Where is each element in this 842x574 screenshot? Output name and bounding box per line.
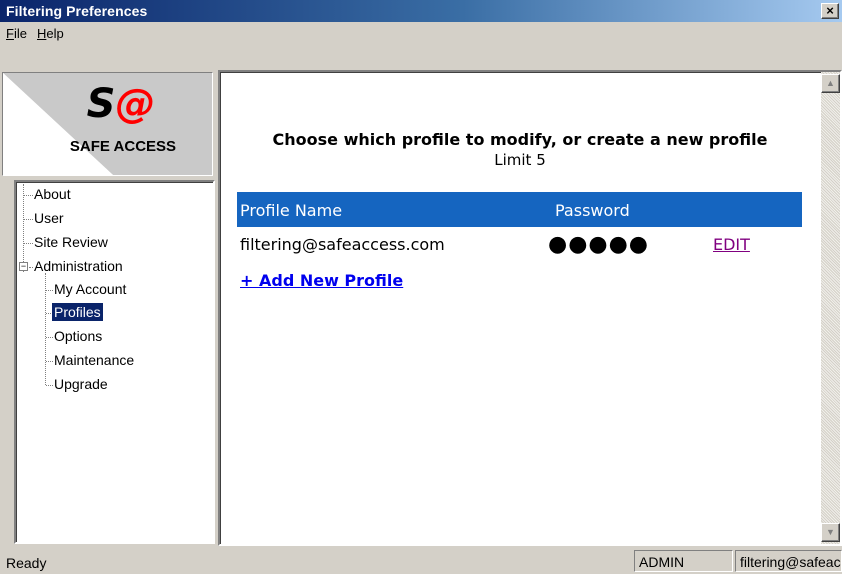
logo-panel: S@ SAFE ACCESS [2,72,213,176]
tree-item-user[interactable]: User [34,209,64,227]
close-icon: × [826,3,834,18]
status-bar: Ready ADMIN filtering@safeaccess.com [0,547,842,574]
svg-text:S@: S@ [87,81,156,127]
tree-item-my-account[interactable]: My Account [54,280,126,298]
logo-text: SAFE ACCESS [70,138,176,155]
tree-item-profiles[interactable]: Profiles [51,302,104,322]
tree-item-about[interactable]: About [34,185,71,203]
password-mask: ●●●●● [548,232,649,257]
navigation-tree: − About User Site Review Administration … [14,180,215,544]
menu-help[interactable]: Help [37,26,64,41]
tree-item-site-review[interactable]: Site Review [34,233,108,251]
main-panel: Choose which profile to modify, or creat… [218,70,842,546]
edit-profile-link[interactable]: EDIT [713,235,750,254]
scroll-up-button[interactable]: ▲ [821,74,840,93]
collapse-toggle[interactable]: − [19,262,28,271]
status-text: Ready [6,555,47,571]
profile-name-cell: filtering@safeaccess.com [240,235,445,254]
scroll-down-button[interactable]: ▼ [821,523,840,542]
table-header: Profile Name Password [237,192,802,227]
profile-limit: Limit 5 [494,151,546,169]
tree-item-options[interactable]: Options [54,327,102,345]
menu-file[interactable]: File [6,26,27,41]
tree-item-maintenance[interactable]: Maintenance [54,351,134,369]
tree-item-administration[interactable]: Administration [34,257,123,275]
column-header-profile-name: Profile Name [240,201,343,220]
column-header-password: Password [555,201,630,220]
window-title: Filtering Preferences [6,3,148,19]
vertical-scrollbar[interactable]: ▲ ▼ [821,72,840,544]
status-user: filtering@safeaccess.com [735,550,842,572]
close-button[interactable]: × [821,3,839,19]
add-new-profile-link[interactable]: + Add New Profile [240,271,403,290]
page-title: Choose which profile to modify, or creat… [272,130,768,149]
menu-bar: File Help [0,22,842,46]
status-role: ADMIN [634,550,733,572]
title-bar[interactable]: Filtering Preferences × [0,0,842,22]
minus-icon: − [20,261,27,271]
tree-item-upgrade[interactable]: Upgrade [54,375,108,393]
arrow-up-icon: ▲ [826,78,835,88]
arrow-down-icon: ▼ [826,527,835,537]
safe-access-logo: S@ SAFE ACCESS [3,73,212,175]
